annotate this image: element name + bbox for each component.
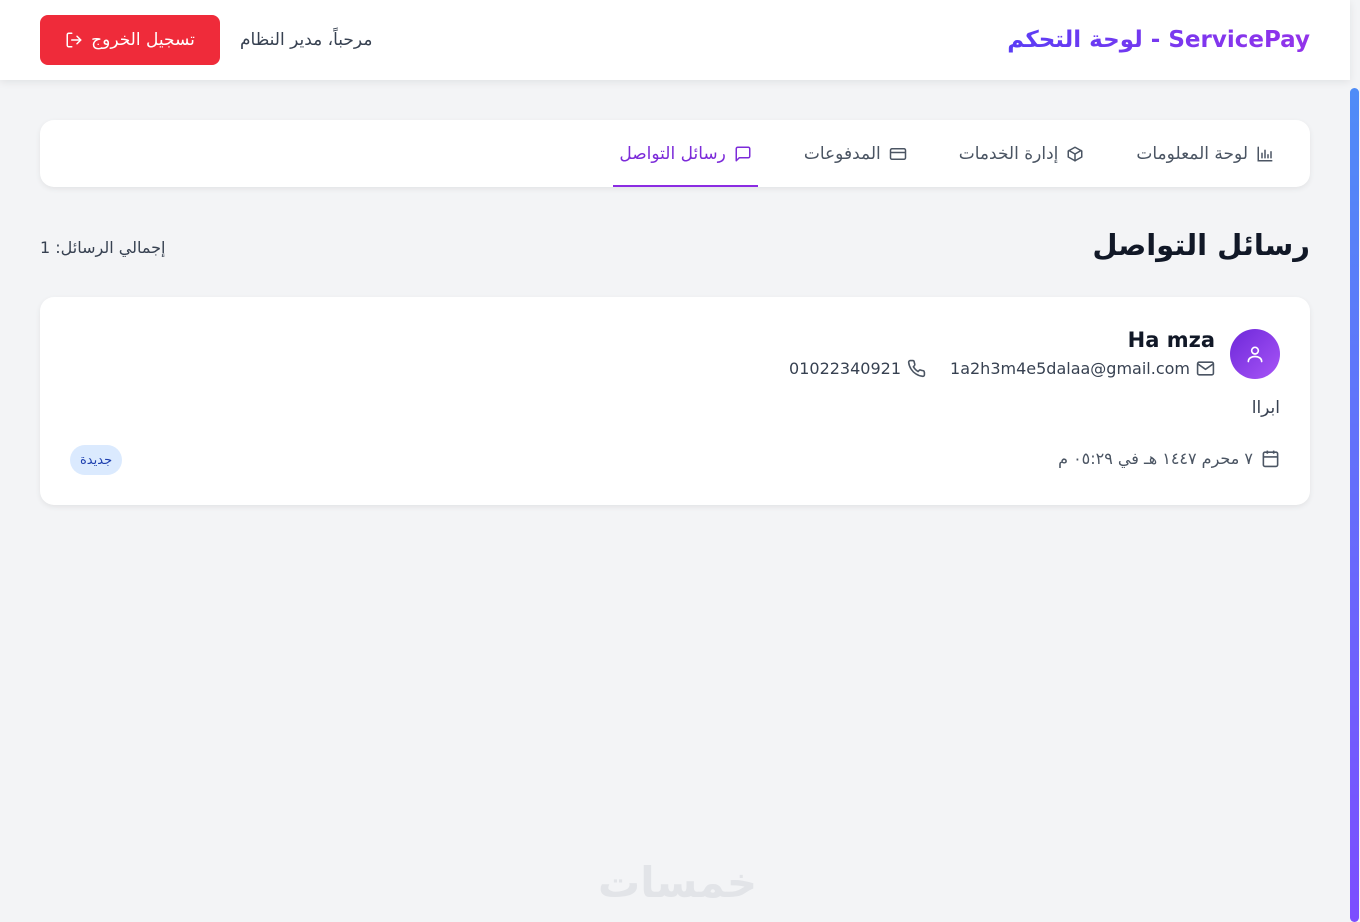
tab-label: المدفوعات [803, 143, 881, 164]
app-title: ServicePay - لوحة التحكم [1007, 27, 1310, 53]
total-messages: إجمالي الرسائل: 1 [40, 238, 166, 257]
avatar [1230, 329, 1280, 379]
watermark-logo: خمسات [598, 858, 758, 907]
logout-button[interactable]: تسجيل الخروج [40, 15, 220, 65]
scrollbar-track[interactable] [1350, 0, 1360, 922]
sender-phone: 01022340921 [789, 359, 902, 378]
bar-chart-icon [1257, 146, 1273, 161]
tab-label: رسائل التواصل [619, 143, 726, 164]
page-title: رسائل التواصل [1092, 228, 1310, 262]
logout-label: تسجيل الخروج [91, 30, 195, 50]
tab-dashboard[interactable]: لوحة المعلومات [1130, 120, 1280, 187]
message-square-icon [735, 146, 751, 161]
mail-icon [1196, 361, 1215, 376]
message-card[interactable]: Ha mza 1a2h3m4e5dalaa@gmail.com 01022340… [40, 297, 1310, 505]
package-icon [1067, 146, 1083, 161]
header-actions: مرحباً، مدير النظام تسجيل الخروج [40, 15, 372, 65]
message-body: ابراا [1251, 398, 1280, 418]
tab-payments[interactable]: المدفوعات [798, 120, 913, 187]
sender-name: Ha mza [1127, 328, 1215, 352]
credit-card-icon [889, 147, 906, 160]
date-text: ٧ محرم ١٤٤٧ هـ في ٠٥:٢٩ م [1058, 449, 1253, 468]
welcome-text: مرحباً، مدير النظام [240, 30, 373, 50]
phone-item: 01022340921 [789, 359, 926, 378]
status-badge: جديدة [70, 445, 123, 475]
tab-label: لوحة المعلومات [1136, 143, 1248, 164]
phone-icon [907, 359, 926, 378]
calendar-icon [1262, 450, 1279, 468]
user-icon [1247, 346, 1263, 363]
tab-services[interactable]: إدارة الخدمات [953, 120, 1091, 187]
logout-icon [66, 32, 82, 48]
contact-info: 1a2h3m4e5dalaa@gmail.com 01022340921 [789, 359, 1215, 378]
top-header: ServicePay - لوحة التحكم مرحباً، مدير ال… [0, 0, 1350, 80]
scrollbar-thumb[interactable] [1350, 88, 1359, 922]
sender-email: 1a2h3m4e5dalaa@gmail.com [950, 359, 1190, 378]
email-item: 1a2h3m4e5dalaa@gmail.com [950, 359, 1215, 378]
message-date: ٧ محرم ١٤٤٧ هـ في ٠٥:٢٩ م [1058, 449, 1280, 468]
tab-messages[interactable]: رسائل التواصل [613, 120, 758, 187]
main-tabs: لوحة المعلومات إدارة الخدمات المدفوعات ر… [40, 120, 1310, 187]
tab-label: إدارة الخدمات [958, 143, 1059, 164]
